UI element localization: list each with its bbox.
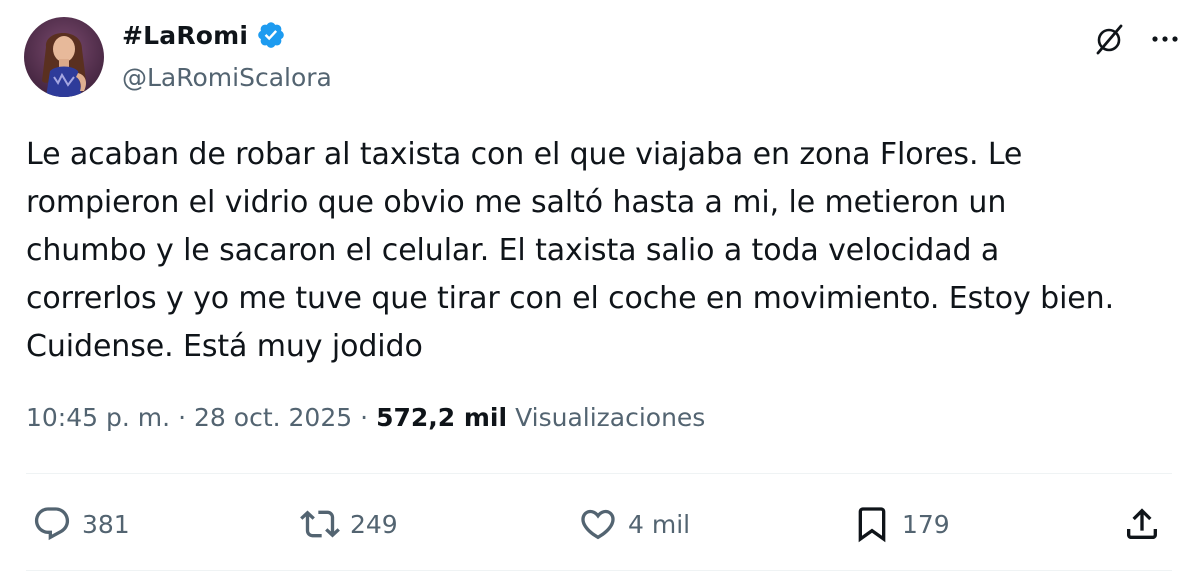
divider [26, 473, 1172, 474]
tweet-card: #LaRomi @LaRomiScalora Le acaban de roba… [0, 0, 1200, 580]
heart-icon [581, 509, 615, 540]
retweet-icon [300, 510, 340, 538]
verified-badge-icon[interactable] [256, 20, 286, 50]
views-count[interactable]: 572,2 mil [376, 403, 507, 432]
tweet-date[interactable]: 28 oct. 2025 [194, 403, 352, 432]
avatar[interactable] [24, 17, 104, 97]
tweet-text: Le acaban de robar al taxista con el que… [26, 137, 1115, 364]
display-name: #LaRomi [122, 20, 249, 50]
header-actions [1090, 20, 1184, 58]
reply-button[interactable]: 381 [32, 500, 130, 548]
retweet-count: 249 [350, 509, 398, 539]
like-count: 4 mil [628, 509, 691, 539]
more-horizontal-icon [1152, 36, 1178, 42]
more-button[interactable] [1146, 20, 1184, 58]
reply-count: 381 [82, 509, 130, 539]
bookmark-icon [858, 507, 886, 543]
tweet-time[interactable]: 10:45 p. m. [26, 403, 170, 432]
grok-button[interactable] [1090, 20, 1128, 58]
meta-separator: · [178, 403, 187, 432]
grok-icon [1096, 24, 1123, 55]
retweet-button[interactable]: 249 [300, 500, 398, 548]
user-handle[interactable]: @LaRomiScalora [122, 63, 332, 92]
reply-icon [34, 507, 70, 541]
tweet-meta: 10:45 p. m. · 28 oct. 2025 · 572,2 mil V… [26, 403, 705, 432]
share-button[interactable] [1122, 500, 1162, 548]
bookmark-button[interactable]: 179 [852, 500, 950, 548]
profile-photo [24, 17, 104, 97]
meta-separator: · [360, 403, 369, 432]
display-name-link[interactable]: #LaRomi [122, 20, 286, 50]
like-button[interactable]: 4 mil [578, 500, 690, 548]
bookmark-count: 179 [902, 509, 950, 539]
divider [26, 570, 1172, 571]
action-bar: 381 249 4 mil 179 [0, 500, 1200, 548]
share-icon [1127, 508, 1157, 539]
views-label: Visualizaciones [515, 403, 706, 432]
